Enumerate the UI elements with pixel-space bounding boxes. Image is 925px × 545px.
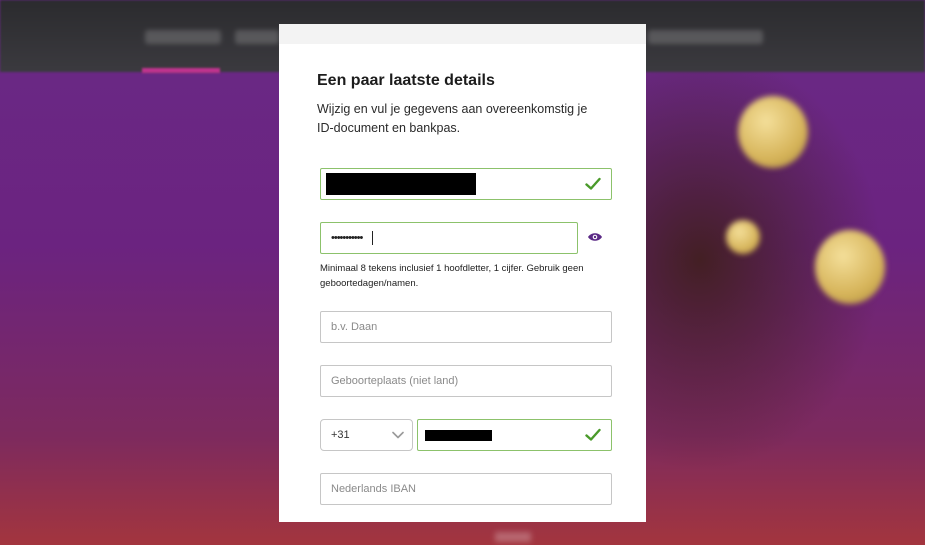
modal-subtitle: Wijzig en vul je gegevens aan overeenkom…: [317, 102, 588, 135]
coin-image: [815, 230, 885, 304]
check-icon: [585, 177, 601, 190]
eye-icon[interactable]: [587, 231, 603, 243]
country-code-select[interactable]: +31: [320, 419, 413, 451]
modal-title: Een paar laatste details: [317, 72, 495, 89]
background-nav-item: [145, 30, 221, 44]
details-modal: Een paar laatste details Wijzig en vul j…: [279, 24, 646, 522]
modal-top-strip: [279, 24, 646, 44]
password-field[interactable]: •••••••••••: [320, 222, 578, 254]
chevron-down-icon: [392, 431, 404, 439]
background-nav-underline: [142, 68, 220, 73]
iban-field[interactable]: [320, 473, 612, 505]
country-code-value: +31: [331, 429, 350, 441]
birthplace-input[interactable]: [331, 366, 575, 396]
password-hint: Minimaal 8 tekens inclusief 1 hoofdlette…: [320, 263, 584, 289]
first-name-field[interactable]: [320, 311, 612, 343]
email-field[interactable]: [320, 168, 612, 200]
background-blur-detail: [495, 532, 531, 542]
coin-image: [726, 220, 760, 254]
birthplace-field[interactable]: [320, 365, 612, 397]
redacted-value: [326, 173, 476, 195]
check-icon: [585, 428, 601, 441]
password-value: •••••••••••: [331, 232, 363, 244]
redacted-value: [425, 430, 492, 441]
iban-input[interactable]: [331, 474, 575, 504]
coin-image: [738, 96, 808, 168]
first-name-input[interactable]: [331, 312, 575, 342]
background-nav-item: [648, 30, 763, 44]
background-nav-item: [235, 30, 279, 44]
text-caret: [372, 231, 373, 245]
phone-number-field[interactable]: [417, 419, 612, 451]
